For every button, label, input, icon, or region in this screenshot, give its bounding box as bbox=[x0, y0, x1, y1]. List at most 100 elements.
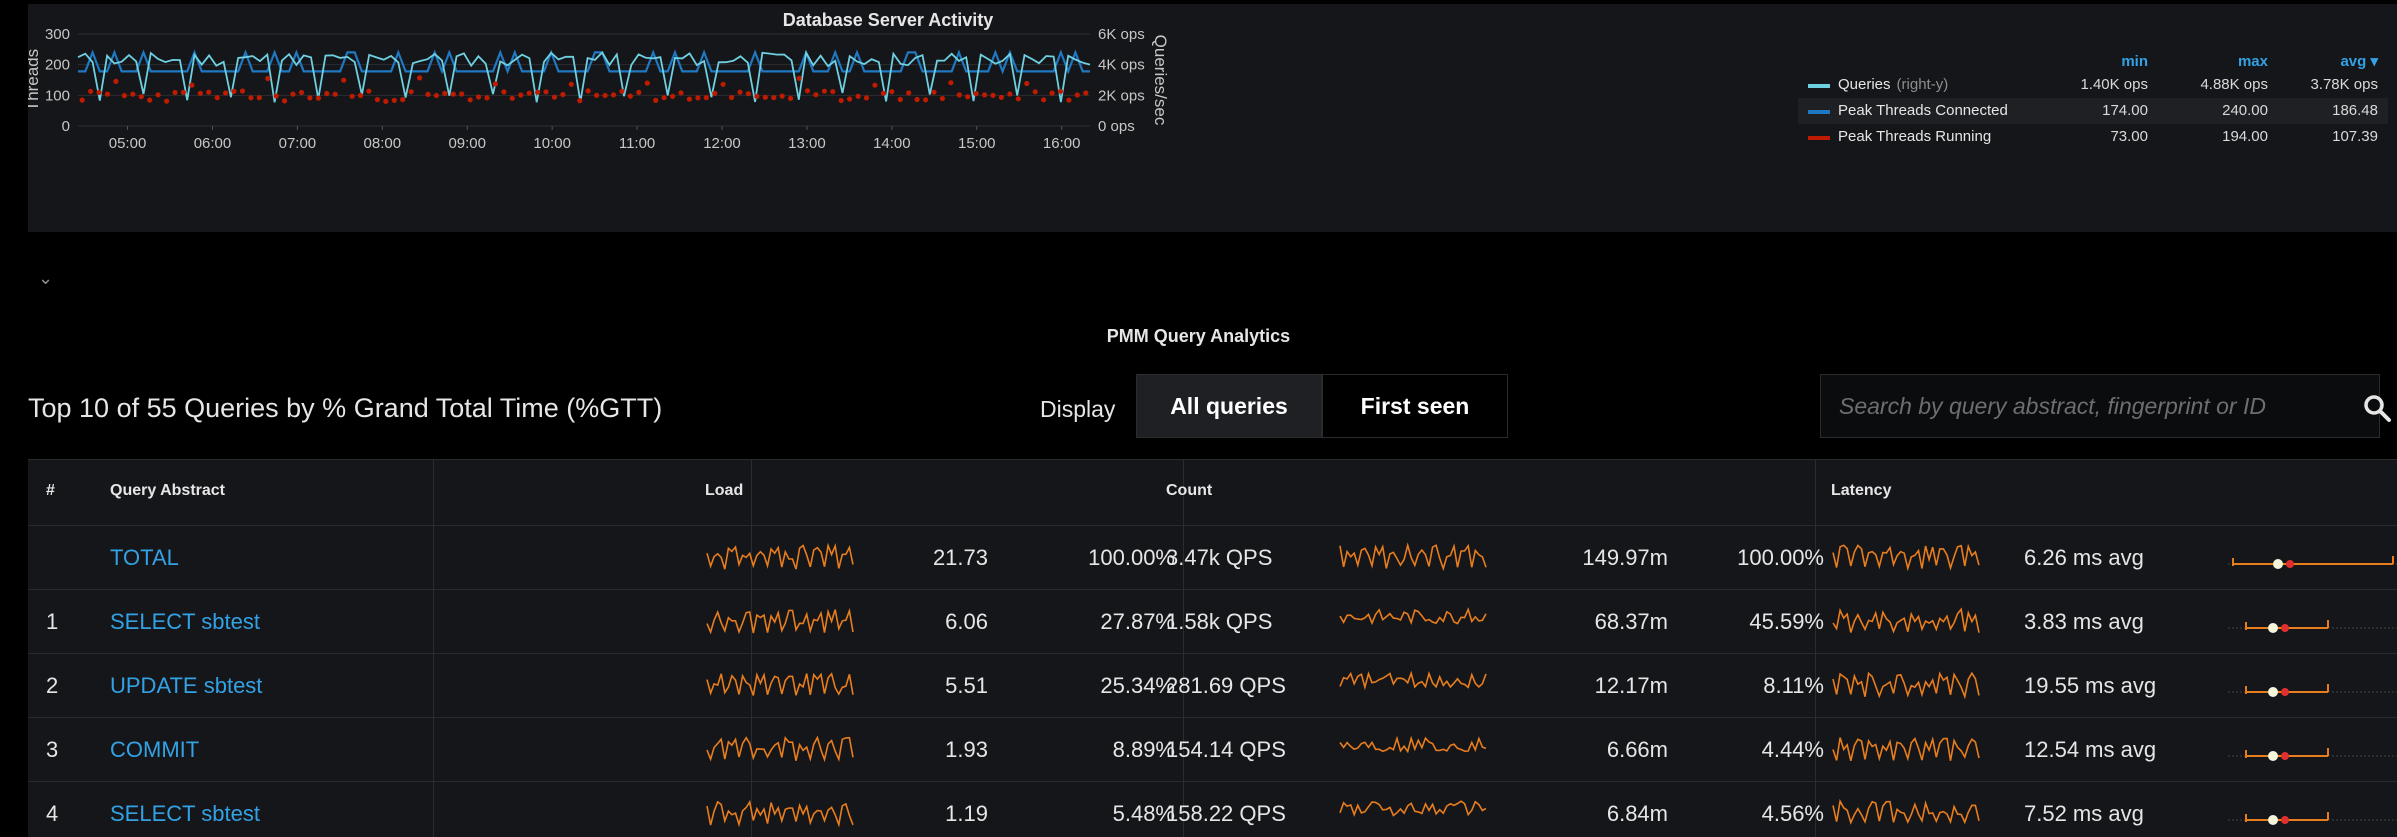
col-header-index: # bbox=[46, 482, 55, 499]
peak-threads-running-point bbox=[408, 89, 414, 95]
query-abstract-link[interactable]: COMMIT bbox=[110, 718, 199, 782]
load-percent: 100.00% bbox=[1088, 545, 1175, 570]
sparkline-path bbox=[1832, 671, 1980, 700]
sparkline-path bbox=[1339, 607, 1487, 626]
count-percent: 4.44% bbox=[1761, 737, 1824, 762]
peak-threads-running-point bbox=[484, 95, 490, 101]
sparkline-path bbox=[1832, 798, 1980, 825]
legend-min-header[interactable]: min bbox=[2048, 52, 2148, 72]
table-header: # Query Abstract Load Count Latency bbox=[28, 460, 2397, 526]
legend-item-queries[interactable]: Queries (right-y) 1.40K ops 4.88K ops 3.7… bbox=[1798, 72, 2388, 98]
peak-threads-running-point bbox=[998, 94, 1005, 100]
peak-threads-running-point bbox=[771, 95, 777, 101]
legend-item-peak-threads-connected[interactable]: Peak Threads Connected 174.00 240.00 186… bbox=[1798, 98, 2388, 124]
legend-avg-header[interactable]: avg ▾ bbox=[2268, 52, 2378, 72]
legend-min: 174.00 bbox=[2102, 102, 2148, 119]
peak-threads-running-point bbox=[315, 95, 321, 101]
sparkline-path bbox=[706, 607, 854, 635]
peak-threads-running-point bbox=[670, 93, 676, 99]
col-header-abstract[interactable]: Query Abstract bbox=[110, 482, 225, 500]
peak-threads-running-point bbox=[307, 95, 313, 101]
latency-distribution bbox=[2228, 684, 2397, 697]
peak-threads-running-point bbox=[931, 89, 937, 95]
peak-threads-running-point bbox=[585, 88, 591, 94]
peak-threads-running-point bbox=[130, 91, 136, 97]
peak-threads-running-point bbox=[265, 75, 271, 82]
peak-threads-running-point bbox=[796, 75, 802, 81]
peak-threads-running-point bbox=[1057, 88, 1064, 94]
query-abstract-link[interactable]: TOTAL bbox=[110, 526, 179, 590]
x-tick-label: 11:00 bbox=[619, 135, 655, 152]
peak-threads-running-point bbox=[96, 89, 102, 95]
peak-threads-running-point bbox=[374, 97, 380, 103]
load-sparkline bbox=[706, 542, 854, 570]
peak-threads-running-point bbox=[847, 96, 853, 102]
legend-swatch bbox=[1808, 110, 1830, 114]
load-value: 1.19 bbox=[945, 801, 988, 826]
x-tick-label: 07:00 bbox=[279, 135, 317, 152]
peak-threads-running-point bbox=[357, 92, 364, 99]
peak-threads-running-point bbox=[821, 88, 828, 94]
legend-max: 194.00 bbox=[2222, 128, 2268, 145]
col-header-count[interactable]: Count bbox=[1166, 482, 1212, 500]
legend-avg: 3.78K ops bbox=[2310, 76, 2378, 93]
peak-threads-running-point bbox=[568, 81, 574, 87]
legend-item-peak-threads-running[interactable]: Peak Threads Running 73.00 194.00 107.39 bbox=[1798, 124, 2388, 150]
peak-threads-running-point bbox=[1041, 97, 1047, 103]
peak-threads-running-point bbox=[400, 97, 406, 103]
peak-threads-running-point bbox=[889, 89, 895, 95]
table-row[interactable]: 4 SELECT sbtest 1.19 5.48% 158.22 QPS 6.84m 4.… bbox=[28, 782, 2397, 837]
chevron-down-icon[interactable]: ⌄ bbox=[38, 268, 53, 289]
row-index: 1 bbox=[46, 609, 59, 634]
search-icon[interactable] bbox=[2362, 393, 2392, 423]
query-abstract-link[interactable]: UPDATE sbtest bbox=[110, 654, 262, 718]
peak-threads-running-point bbox=[113, 78, 119, 84]
col-header-latency[interactable]: Latency bbox=[1831, 482, 1891, 500]
peak-threads-running-point bbox=[923, 97, 929, 103]
peak-threads-running-point bbox=[231, 88, 237, 94]
first-seen-button[interactable]: First seen bbox=[1322, 374, 1508, 438]
latency-median bbox=[2268, 687, 2278, 697]
peak-threads-running-point bbox=[1015, 96, 1021, 102]
table-row[interactable]: 3 COMMIT 1.93 8.89% 154.14 QPS 6.66m 4.44% 12.5… bbox=[28, 718, 2397, 782]
search-box bbox=[1820, 374, 2380, 438]
peak-threads-running-point bbox=[273, 93, 279, 99]
query-abstract-link[interactable]: SELECT sbtest bbox=[110, 782, 260, 837]
table-row[interactable]: TOTAL 21.73 100.00% 3.47k QPS 149.97m 100.00%… bbox=[28, 526, 2397, 590]
peak-threads-running-point bbox=[653, 97, 659, 103]
peak-threads-running-point bbox=[897, 96, 903, 103]
all-queries-button[interactable]: All queries bbox=[1136, 374, 1322, 438]
peak-threads-running-point bbox=[602, 92, 608, 99]
load-percent: 27.87% bbox=[1100, 609, 1175, 634]
y-right-tick-label: 0 ops bbox=[1098, 118, 1135, 135]
col-header-load[interactable]: Load bbox=[705, 482, 743, 500]
latency-sparkline bbox=[1832, 671, 1980, 700]
count-value: 149.97m bbox=[1582, 545, 1668, 570]
peak-threads-running-point bbox=[872, 82, 878, 88]
count-sparkline bbox=[1339, 800, 1487, 817]
peak-threads-running-point bbox=[349, 93, 355, 99]
search-input[interactable] bbox=[1839, 375, 2339, 437]
peak-threads-running-point bbox=[138, 94, 144, 100]
peak-threads-running-point bbox=[501, 89, 507, 95]
query-abstract-link[interactable]: SELECT sbtest bbox=[110, 590, 260, 654]
peak-threads-running-point bbox=[1032, 89, 1038, 95]
table-row[interactable]: 1 SELECT sbtest 6.06 27.87% 1.58k QPS 68.37m 4… bbox=[28, 590, 2397, 654]
peak-threads-running-point bbox=[298, 89, 305, 96]
legend-max: 4.88K ops bbox=[2200, 76, 2268, 93]
legend-swatch bbox=[1808, 84, 1830, 88]
peak-threads-running-point bbox=[678, 90, 684, 96]
count-value: 68.37m bbox=[1594, 609, 1668, 634]
legend-min: 1.40K ops bbox=[2080, 76, 2148, 93]
peak-threads-running-point bbox=[450, 91, 456, 97]
load-value: 21.73 bbox=[932, 545, 988, 570]
legend-max-header[interactable]: max bbox=[2168, 52, 2268, 72]
table-row[interactable]: 2 UPDATE sbtest 5.51 25.34% 281.69 QPS 12.17m… bbox=[28, 654, 2397, 718]
legend-min: 73.00 bbox=[2110, 128, 2148, 145]
peak-threads-running-point bbox=[366, 88, 372, 94]
series-queries bbox=[77, 50, 1091, 103]
peak-threads-running-point bbox=[1074, 92, 1080, 98]
activity-chart: 300 200 100 0 6K ops 4K ops 2K ops 0 ops Threads… bbox=[28, 26, 1170, 152]
count-percent: 4.56% bbox=[1761, 801, 1824, 826]
x-tick-label: 06:00 bbox=[194, 135, 232, 152]
